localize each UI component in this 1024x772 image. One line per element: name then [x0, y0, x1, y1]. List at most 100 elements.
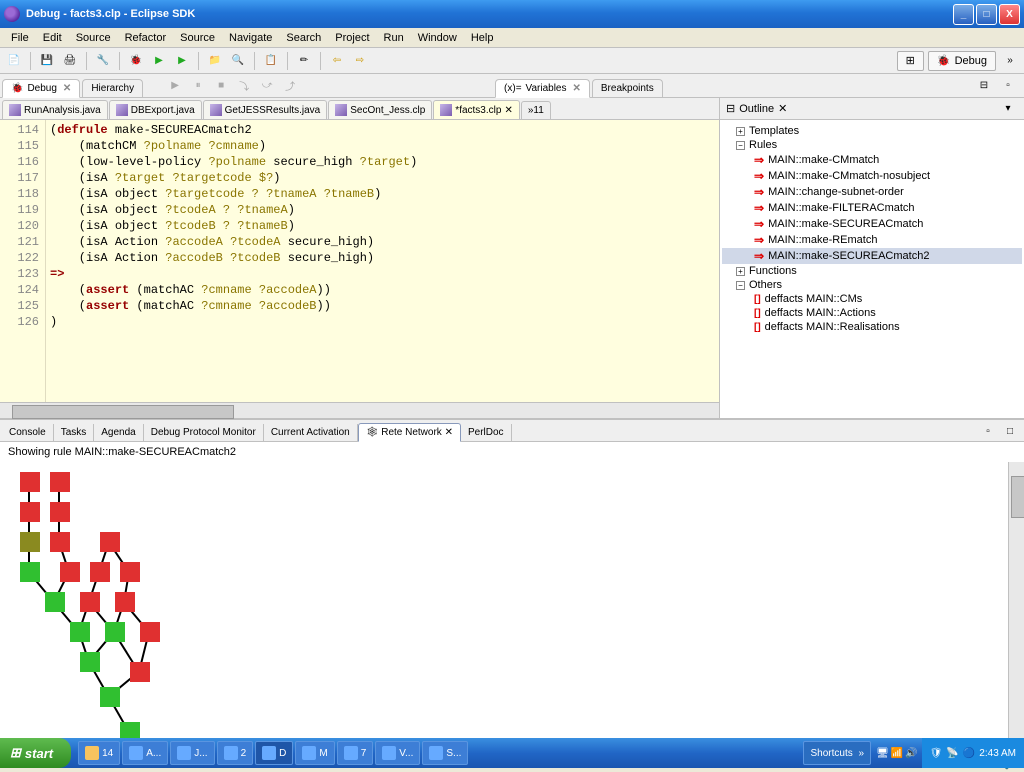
debug-perspective-button[interactable]: 🐞 Debug [928, 51, 996, 71]
search-button[interactable]: 🔍 [228, 51, 248, 71]
terminate-button[interactable]: ■ [211, 76, 231, 96]
collapse-icon[interactable]: − [736, 141, 745, 150]
code-editor[interactable]: 114115116117118119120121122123124125126 … [0, 120, 719, 402]
outline-item[interactable]: ⇒ MAIN::make-CMmatch [722, 152, 1022, 168]
start-button[interactable]: ⊞ start [0, 738, 71, 768]
menu-source[interactable]: Source [173, 30, 222, 46]
taskbar-item[interactable]: 7 [337, 741, 374, 765]
menu-run[interactable]: Run [377, 30, 411, 46]
minimize-panel-icon[interactable]: ▫ [978, 421, 998, 441]
bottom-tab-agenda[interactable]: Agenda [94, 424, 143, 441]
bottom-tab-tasks[interactable]: Tasks [54, 424, 95, 441]
shortcuts-toolbar[interactable]: Shortcuts » [803, 741, 871, 765]
outline-item[interactable]: ⇒ MAIN::make-SECUREACmatch2 [722, 248, 1022, 264]
new-button[interactable]: 📄 [4, 51, 24, 71]
open-type-button[interactable]: 📁 [205, 51, 225, 71]
minimize-button[interactable]: _ [953, 4, 974, 25]
rete-node[interactable] [45, 592, 65, 612]
taskbar-item[interactable]: A... [122, 741, 168, 765]
menu-source[interactable]: Source [69, 30, 118, 46]
menu-navigate[interactable]: Navigate [222, 30, 279, 46]
tray-icon[interactable]: 📶 [891, 748, 903, 759]
run-button[interactable]: ▶ [149, 51, 169, 71]
horizontal-scrollbar[interactable] [0, 402, 719, 418]
rete-node[interactable] [90, 562, 110, 582]
step-into-button[interactable]: ⤵ [234, 76, 254, 96]
editor-tab[interactable]: GetJESSResults.java [203, 100, 328, 119]
rete-node[interactable] [20, 502, 40, 522]
tray-icon[interactable]: 🔊 [905, 748, 917, 759]
editor-overflow[interactable]: »11 [521, 101, 551, 119]
step-return-button[interactable]: ⤴ [280, 76, 300, 96]
rete-node[interactable] [100, 532, 120, 552]
bottom-tab-rete-network[interactable]: 🕸 Rete Network ✕ [358, 423, 461, 442]
expand-icon[interactable]: + [736, 267, 745, 276]
toolbar-chevron-icon[interactable]: » [1000, 51, 1020, 71]
outline-item[interactable]: ⇒ MAIN::make-CMmatch-nosubject [722, 168, 1022, 184]
rete-node[interactable] [120, 562, 140, 582]
outline-item[interactable]: ⇒ MAIN::make-FILTERACmatch [722, 200, 1022, 216]
outline-sort-icon[interactable]: ▾ [998, 99, 1018, 119]
tab-breakpoints[interactable]: Breakpoints [592, 79, 663, 97]
rete-node[interactable] [20, 532, 40, 552]
suspend-button[interactable]: ⏸ [188, 76, 208, 96]
menu-search[interactable]: Search [279, 30, 328, 46]
bottom-tab-debug-protocol-monitor[interactable]: Debug Protocol Monitor [144, 424, 264, 441]
rete-network-canvas[interactable] [0, 462, 1024, 754]
rete-node[interactable] [100, 687, 120, 707]
maximize-button[interactable]: □ [976, 4, 997, 25]
tray-icon[interactable]: 🔵 [963, 748, 975, 759]
minimize-view-icon[interactable]: ▫ [998, 76, 1018, 96]
rete-node[interactable] [50, 502, 70, 522]
print-button[interactable]: 🖨 [60, 51, 80, 71]
rete-node[interactable] [115, 592, 135, 612]
last-edit-button[interactable]: ✏ [294, 51, 314, 71]
tray-icon[interactable]: 📡 [946, 748, 958, 759]
tab-hierarchy[interactable]: Hierarchy [82, 79, 143, 97]
vertical-scrollbar[interactable] [1008, 462, 1024, 754]
tab-variables[interactable]: (x)= Variables ✕ [495, 79, 590, 98]
outline-item[interactable]: ⇒ MAIN::change-subnet-order [722, 184, 1022, 200]
close-icon[interactable]: ✕ [573, 83, 581, 94]
editor-tab[interactable]: *facts3.clp ✕ [433, 100, 520, 119]
open-perspective-button[interactable]: ⊞ [897, 51, 924, 71]
system-tray[interactable]: 🛡 📡 🔵 2:43 AM [922, 738, 1024, 768]
menu-file[interactable]: File [4, 30, 36, 46]
outline-item[interactable]: [] deffacts MAIN::Realisations [722, 320, 1022, 334]
view-menu-icon[interactable]: ⊟ [974, 76, 994, 96]
taskbar-item[interactable]: J... [170, 741, 214, 765]
maximize-panel-icon[interactable]: □ [1000, 421, 1020, 441]
menu-window[interactable]: Window [411, 30, 464, 46]
outline-group[interactable]: − Others [722, 278, 1022, 292]
build-button[interactable]: 🔧 [93, 51, 113, 71]
menu-project[interactable]: Project [328, 30, 376, 46]
rete-node[interactable] [80, 652, 100, 672]
editor-tab[interactable]: SecOnt_Jess.clp [328, 100, 432, 119]
menu-help[interactable]: Help [464, 30, 501, 46]
rete-node[interactable] [80, 592, 100, 612]
back-button[interactable]: ⇦ [327, 51, 347, 71]
resume-button[interactable]: ▶ [165, 76, 185, 96]
rete-node[interactable] [20, 562, 40, 582]
code-area[interactable]: (defrule make-SECUREACmatch2 (matchCM ?p… [46, 120, 719, 402]
expand-icon[interactable]: + [736, 127, 745, 136]
menu-edit[interactable]: Edit [36, 30, 69, 46]
tray-icon[interactable]: 🖥 [876, 748, 889, 759]
forward-button[interactable]: ⇨ [350, 51, 370, 71]
rete-node[interactable] [105, 622, 125, 642]
rete-node[interactable] [50, 532, 70, 552]
taskbar-item[interactable]: 14 [78, 741, 120, 765]
outline-item[interactable]: ⇒ MAIN::make-REmatch [722, 232, 1022, 248]
rete-node[interactable] [130, 662, 150, 682]
editor-tab[interactable]: DBExport.java [109, 100, 202, 119]
rete-node[interactable] [50, 472, 70, 492]
close-icon[interactable]: ✕ [63, 83, 71, 94]
close-icon[interactable]: ✕ [445, 427, 453, 438]
outline-group[interactable]: + Templates [722, 124, 1022, 138]
outline-item[interactable]: [] deffacts MAIN::Actions [722, 306, 1022, 320]
bottom-tab-current-activation[interactable]: Current Activation [264, 424, 358, 441]
run-config-button[interactable]: ▶ [172, 51, 192, 71]
outline-group[interactable]: + Functions [722, 264, 1022, 278]
rete-node[interactable] [60, 562, 80, 582]
taskbar-item[interactable]: D [255, 741, 293, 765]
